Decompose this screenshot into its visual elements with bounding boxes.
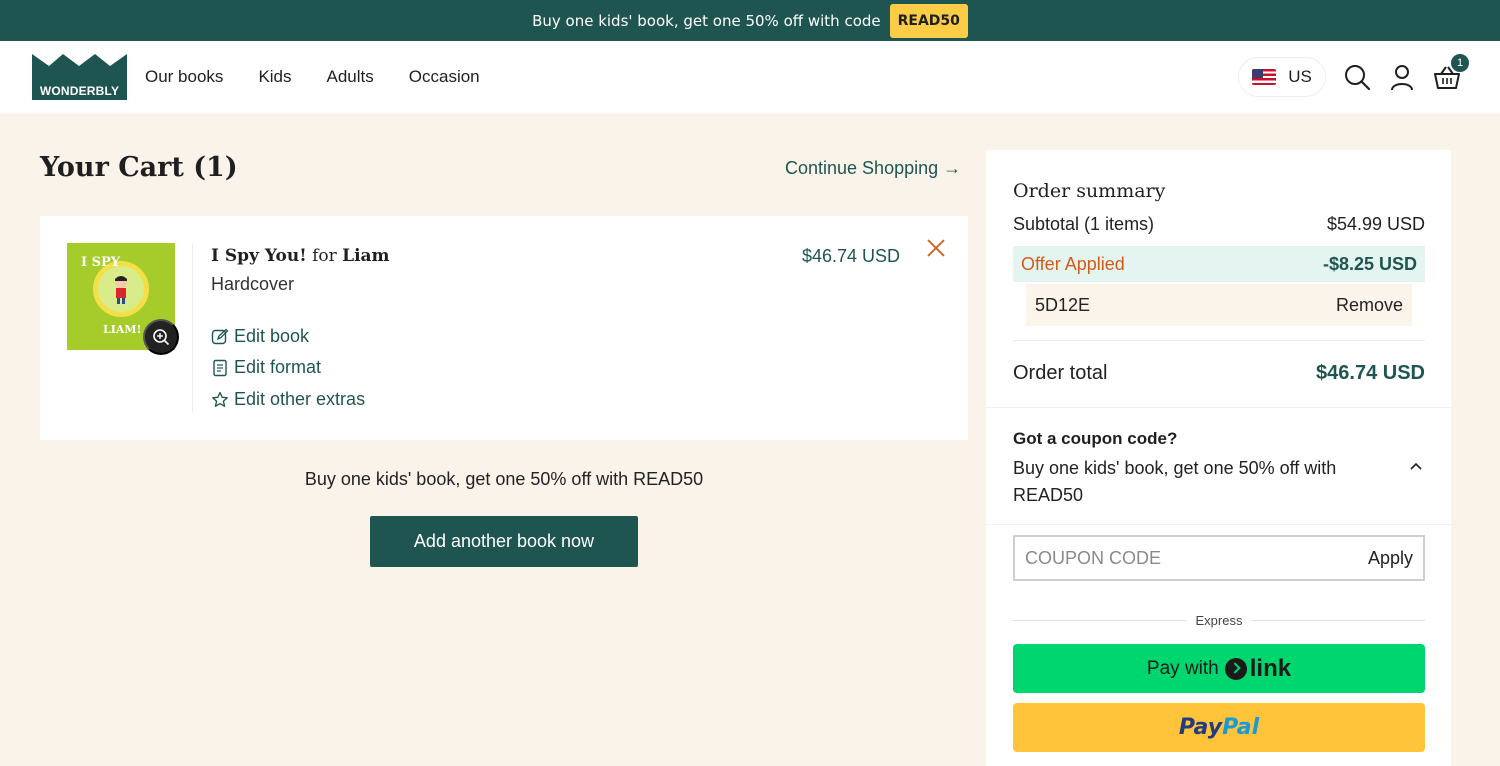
cover-title-text: I SPY xyxy=(81,255,121,270)
promo-text: Buy one kids' book, get one 50% off with… xyxy=(532,11,881,30)
item-divider xyxy=(192,243,193,413)
coupon-code-input[interactable] xyxy=(1025,547,1325,569)
coupon-question: Got a coupon code? xyxy=(1013,429,1178,448)
link-logo-text: link xyxy=(1249,654,1292,682)
pay-with-link-button[interactable]: Pay with link xyxy=(1013,644,1425,693)
region-label: US xyxy=(1288,67,1312,86)
edit-format-label: Edit format xyxy=(234,357,322,377)
star-icon xyxy=(212,391,228,407)
cart-count-badge: 1 xyxy=(1451,54,1469,72)
paypal-logo-pay: Pay xyxy=(1178,715,1223,740)
apply-coupon-button[interactable]: Apply xyxy=(1368,548,1413,569)
cover-name-text: LIAM! xyxy=(103,323,142,336)
link-arrow-icon xyxy=(1224,657,1247,680)
link-logo: link xyxy=(1224,654,1292,683)
edit-book-link[interactable]: Edit book xyxy=(211,326,309,347)
book-title-for: for xyxy=(312,246,337,266)
paypal-button[interactable]: Pay Pal xyxy=(1013,703,1425,752)
remove-item-close-icon[interactable] xyxy=(926,238,946,258)
nav-adults[interactable]: Adults xyxy=(327,67,374,87)
us-flag-icon xyxy=(1252,69,1277,85)
account-icon[interactable] xyxy=(1388,63,1416,91)
coupon-input-group: Apply xyxy=(1013,535,1425,581)
search-icon[interactable] xyxy=(1343,63,1371,91)
chevron-up-icon[interactable] xyxy=(1408,458,1424,474)
pay-with-label: Pay with xyxy=(1146,657,1219,679)
order-summary-panel: Order summary Subtotal (1 items) $54.99 … xyxy=(986,150,1451,766)
summary-divider xyxy=(986,524,1451,525)
summary-divider xyxy=(986,407,1451,408)
offer-label: Offer Applied xyxy=(1021,253,1125,274)
applied-code-row: 5D12E Remove xyxy=(1026,284,1412,326)
subtotal-row: Subtotal (1 items) $54.99 USD xyxy=(1013,214,1425,235)
continue-shopping-link[interactable]: Continue Shopping → xyxy=(785,158,961,179)
nav-kids[interactable]: Kids xyxy=(258,67,291,87)
nav-our-books[interactable]: Our books xyxy=(145,67,223,87)
express-label: Express xyxy=(1195,613,1243,628)
remove-code-link[interactable]: Remove xyxy=(1336,295,1403,316)
subtotal-label: Subtotal (1 items) xyxy=(1013,214,1155,234)
order-summary-title: Order summary xyxy=(1013,180,1166,202)
promo-bar: Buy one kids' book, get one 50% off with… xyxy=(0,0,1500,41)
zoom-preview-button[interactable] xyxy=(143,319,179,355)
summary-divider xyxy=(1013,340,1425,341)
order-total-label: Order total xyxy=(1013,362,1108,384)
express-divider: Express xyxy=(1013,613,1425,628)
edit-extras-label: Edit other extras xyxy=(234,389,366,409)
subtotal-value: $54.99 USD xyxy=(1326,214,1425,234)
edit-book-label: Edit book xyxy=(234,326,310,346)
promo-code-badge: READ50 xyxy=(889,3,968,38)
coupon-description: Buy one kids' book, get one 50% off with… xyxy=(1013,458,1337,505)
zoom-in-icon xyxy=(153,329,170,346)
item-price: $46.74 USD xyxy=(802,246,901,266)
applied-code: 5D12E xyxy=(1035,294,1091,315)
region-selector[interactable]: US xyxy=(1238,57,1326,97)
cart-item: I SPY LIAM! I Spy You! for Liam Hardcove… xyxy=(40,216,968,440)
site-header: WONDERBLY Our books Kids Adults Occasion… xyxy=(0,41,1500,113)
book-format: Hardcover xyxy=(211,274,295,294)
book-format-icon xyxy=(213,359,227,376)
logo-text: WONDERBLY xyxy=(39,84,120,98)
wonderbly-logo[interactable]: WONDERBLY xyxy=(32,54,127,100)
offer-value: -$8.25 USD xyxy=(1322,253,1417,274)
book-title-main: I Spy You! xyxy=(211,246,307,266)
nav-occasion[interactable]: Occasion xyxy=(409,67,480,87)
main-nav: Our books Kids Adults Occasion xyxy=(145,41,515,113)
book-title-name: Liam xyxy=(342,246,390,266)
edit-pencil-icon xyxy=(211,328,229,344)
cover-kid-graphic xyxy=(115,276,127,304)
book-title: I Spy You! for Liam xyxy=(211,246,390,266)
edit-extras-link[interactable]: Edit other extras xyxy=(211,389,365,410)
cart-title: Your Cart (1) xyxy=(40,152,238,183)
order-total-row: Order total $46.74 USD xyxy=(1013,362,1425,385)
add-another-book-button[interactable]: Add another book now xyxy=(370,516,638,567)
paypal-logo-pal: Pal xyxy=(1222,715,1260,740)
upsell-text: Buy one kids' book, get one 50% off with… xyxy=(304,469,704,489)
edit-format-link[interactable]: Edit format xyxy=(211,357,321,378)
order-total-value: $46.74 USD xyxy=(1316,362,1425,384)
offer-applied-row: Offer Applied -$8.25 USD xyxy=(1013,246,1425,282)
